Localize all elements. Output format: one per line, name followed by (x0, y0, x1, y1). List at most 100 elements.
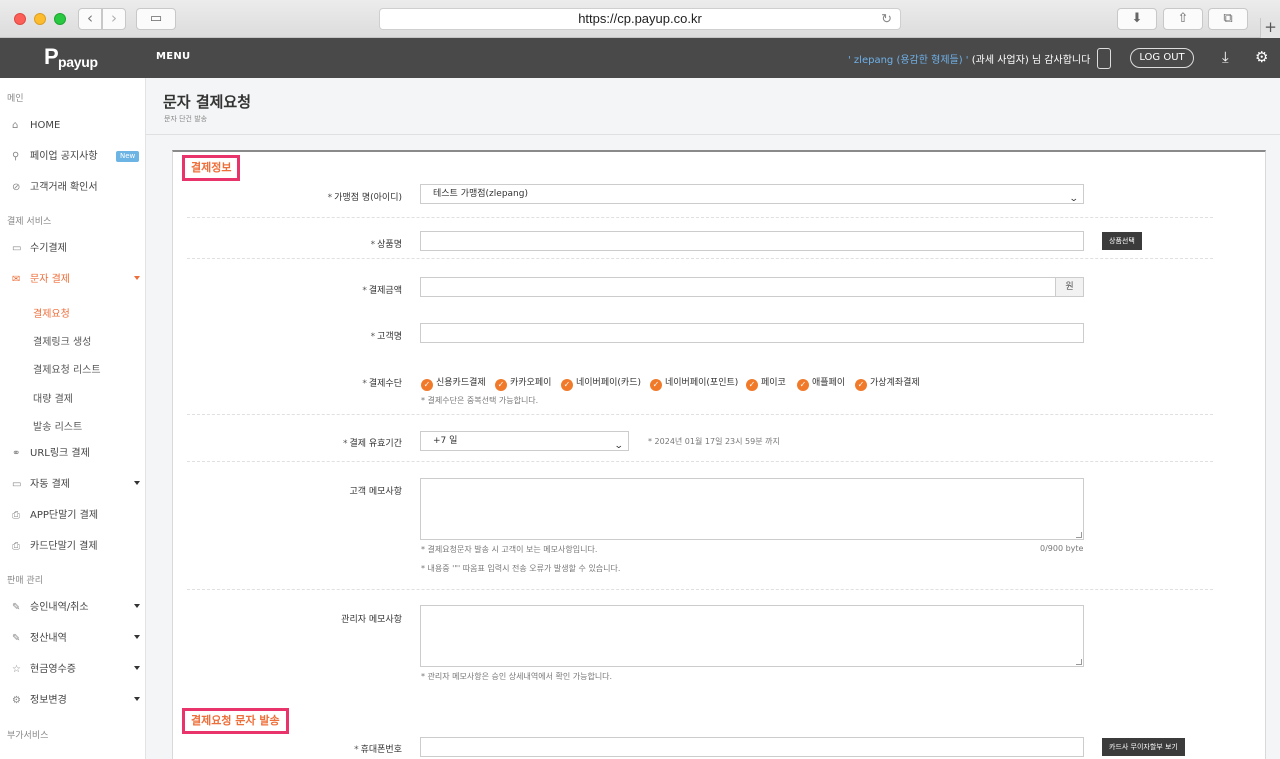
required-mark: * (362, 286, 367, 296)
back-button[interactable]: ‹ (78, 8, 102, 30)
currency-unit: 원 (1055, 278, 1083, 296)
sidebar-item-confirmation[interactable]: ⊘ 고객거래 확인서 (12, 178, 140, 198)
sidebar-sub-send-list[interactable]: 발송 리스트 (33, 418, 82, 433)
method-virtual-account[interactable]: ✓ 가상계좌결제 (855, 375, 920, 391)
section-addon: 부가서비스 (7, 731, 49, 741)
tabs-icon: ⧉ (1223, 11, 1233, 26)
sidebar-item-card-terminal[interactable]: ⎙ 카드단말기 결제 (12, 537, 140, 557)
download-icon: ⬇ (1131, 11, 1143, 26)
section-payment: 결제 서비스 (7, 217, 52, 227)
method-payco[interactable]: ✓ 페이코 (746, 375, 786, 391)
sidebar-item-home[interactable]: ⌂ HOME (12, 116, 140, 136)
admin-memo-textarea[interactable] (420, 605, 1084, 667)
sidebar-item-approvals[interactable]: ✎ 승인내역/취소 (12, 598, 140, 618)
minimize-window-button[interactable] (34, 13, 46, 25)
row-divider (187, 414, 1213, 415)
phone-number-input[interactable] (420, 737, 1084, 757)
divider (146, 134, 1280, 135)
period-label: * 결제 유효기간 (342, 439, 402, 449)
sidebar-item-app-terminal[interactable]: ⎙ APP단말기 결제 (12, 506, 140, 526)
chevron-down-icon (134, 604, 140, 608)
section-title-sms-send: 결제요청 문자 발송 (182, 708, 289, 734)
product-label: * 상품명 (370, 240, 402, 250)
mobile-icon[interactable] (1097, 48, 1111, 69)
payup-logo[interactable]: P payup (44, 44, 98, 71)
customer-name-input[interactable] (420, 323, 1084, 343)
sidebar-item-cash-receipt[interactable]: ☆ 현금영수증 (12, 660, 140, 680)
star-icon: ☆ (12, 664, 21, 675)
link-icon: ⚭ (12, 448, 21, 459)
resize-handle[interactable] (1076, 659, 1082, 665)
method-naverpay-card[interactable]: ✓ 네이버페이(카드) (561, 375, 641, 391)
row-divider (187, 217, 1213, 218)
period-select[interactable]: +7 일 ⌄ (420, 431, 629, 451)
method-naverpay-point[interactable]: ✓ 네이버페이(포인트) (650, 375, 738, 391)
main-content: 문자 결제요청 문자 단건 발송 결제정보 * 가맹점 명(아이디) 테스트 가맹… (146, 78, 1280, 759)
sidebar-item-url-pay[interactable]: ⚭ URL링크 결제 (12, 444, 140, 464)
section-title-payment-info: 결제정보 (182, 155, 241, 181)
address-bar[interactable]: https://cp.payup.co.kr ↻ (379, 8, 901, 30)
customer-memo-byte-count: 0/900 byte (1040, 544, 1084, 553)
product-select-button[interactable]: 상품선택 (1102, 232, 1142, 250)
chevron-down-icon: ⌄ (614, 441, 625, 451)
sidebar-item-settlement[interactable]: ✎ 정산내역 (12, 629, 140, 649)
new-badge: New (116, 151, 140, 162)
resize-handle[interactable] (1076, 532, 1082, 538)
method-credit-card[interactable]: ✓ 신용카드결제 (421, 375, 486, 391)
sidebar-sub-bulk-pay[interactable]: 대량 결제 (33, 390, 73, 405)
required-mark: * (327, 193, 333, 203)
card-installment-button[interactable]: 카드사 무이자할부 보기 (1102, 738, 1185, 756)
required-mark: * (342, 439, 348, 449)
method-note: * 결제수단은 중복선택 가능합니다. (421, 396, 539, 405)
admin-memo-label: 관리자 메모사항 (341, 615, 402, 625)
amount-input[interactable]: 원 (420, 277, 1084, 297)
period-expiry-note: * 2024년 01월 17일 23시 59분 까지 (648, 437, 780, 446)
sidebar-icon: ▭ (149, 11, 163, 26)
sidebar: 메인 ⌂ HOME ⚲ 페이업 공지사항 New ⊘ 고객거래 확인서 결제 서비스 … (0, 78, 146, 759)
logo-p-mark: P (44, 44, 59, 69)
new-tab-button[interactable]: + (1260, 18, 1280, 38)
required-mark: * (370, 332, 376, 342)
sidebar-item-sms-pay[interactable]: ✉ 문자 결제 (12, 270, 140, 290)
reload-icon[interactable]: ↻ (881, 9, 892, 29)
sidebar-sub-link-create[interactable]: 결제링크 생성 (33, 333, 91, 348)
product-name-input[interactable] (420, 231, 1084, 251)
sidebar-item-manual-pay[interactable]: ▭ 수기결제 (12, 239, 140, 259)
required-mark: * (362, 379, 367, 389)
sidebar-sub-pay-request[interactable]: 결제요청 (33, 305, 70, 320)
share-button[interactable]: ⇧ (1163, 8, 1203, 30)
sidebar-item-notice[interactable]: ⚲ 페이업 공지사항 New (12, 147, 140, 167)
sidebar-sub-request-list[interactable]: 결제요청 리스트 (33, 361, 101, 376)
check-icon: ✓ (421, 379, 433, 391)
download-doc-icon[interactable]: ⤓ (1222, 49, 1229, 65)
close-window-button[interactable] (14, 13, 26, 25)
mail-icon: ✉ (12, 274, 21, 285)
customer-memo-warning: * 내용중 '"' 따옴표 입력시 전송 오류가 발생할 수 있습니다. (421, 564, 621, 573)
chevron-down-icon (134, 635, 140, 639)
sidebar-item-label: 자동 결제 (30, 479, 70, 490)
gear-icon[interactable]: ⚙ (1255, 49, 1268, 65)
merchant-select[interactable]: 테스트 가맹점(zlepang) ⌄ (420, 184, 1084, 204)
logout-button[interactable]: LOG OUT (1130, 48, 1194, 68)
method-kakaopay[interactable]: ✓ 카카오페이 (495, 375, 551, 391)
sidebar-item-label: 정보변경 (30, 695, 67, 706)
row-divider (187, 589, 1213, 590)
sidebar-item-auto-pay[interactable]: ▭ 자동 결제 (12, 475, 140, 495)
sidebar-item-info-change[interactable]: ⚙ 정보변경 (12, 691, 140, 711)
downloads-button[interactable]: ⬇ (1117, 8, 1157, 30)
amount-label: * 결제금액 (362, 286, 402, 296)
row-divider (187, 461, 1213, 462)
tabs-button[interactable]: ⧉ (1208, 8, 1248, 30)
customer-memo-textarea[interactable] (420, 478, 1084, 540)
method-applepay[interactable]: ✓ 애플페이 (797, 375, 845, 391)
period-value: +7 일 (433, 436, 458, 446)
maximize-window-button[interactable] (54, 13, 66, 25)
sidebar-item-label: 수기결제 (30, 243, 67, 254)
logo-text: payup (58, 54, 98, 70)
menu-button[interactable]: MENU (156, 51, 190, 62)
chevron-down-icon (134, 481, 140, 485)
sidebar-toggle-button[interactable]: ▭ (136, 8, 176, 30)
gear-icon: ⚙ (12, 695, 21, 706)
printer-icon: ⎙ (12, 510, 20, 521)
forward-button[interactable]: › (102, 8, 126, 30)
